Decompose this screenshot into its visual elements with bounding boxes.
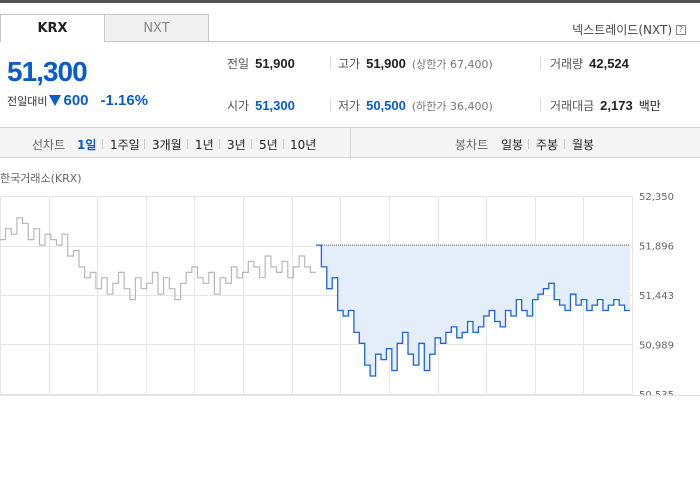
open-value: 51,300 — [255, 98, 295, 113]
prev-close-value: 51,900 — [255, 56, 295, 71]
lower-limit: (하한가 36,400) — [411, 99, 493, 113]
y-tick-label: 51,896 — [639, 242, 674, 253]
high-label: 고가 — [338, 57, 361, 71]
low-label: 저가 — [338, 99, 361, 113]
tab-krx[interactable]: KRX — [0, 14, 105, 42]
nxt-trade-label: 넥스트레이드(NXT) — [572, 23, 672, 37]
y-axis-ticks: 52,35051,89651,44350,98950,535 — [639, 192, 674, 396]
open-label: 시가 — [227, 99, 250, 113]
separator — [144, 139, 145, 149]
price-chart: 52,35051,89651,44350,98950,535 — [0, 192, 674, 396]
tab-underline — [209, 41, 700, 42]
market-tabs: KRX NXT — [0, 14, 209, 42]
line-chart-label: 선차트 — [32, 138, 66, 152]
low-value: 50,500 — [366, 98, 406, 113]
period-1y[interactable]: 1년 — [195, 136, 214, 153]
change-label: 전일대비 — [7, 94, 48, 108]
top-border — [0, 0, 700, 3]
separator — [251, 139, 252, 149]
period-divider — [350, 128, 351, 158]
market-label: 한국거래소(KRX) — [0, 172, 82, 185]
separator — [564, 139, 565, 149]
tab-nxt[interactable]: NXT — [105, 14, 209, 42]
amount-unit: 백만 — [638, 99, 661, 113]
low-price: 저가 50,500 (하한가 36,400) — [338, 97, 493, 114]
candle-daily[interactable]: 일봉 — [501, 136, 523, 153]
y-tick-label: 52,350 — [639, 192, 674, 203]
period-3y[interactable]: 3년 — [227, 136, 246, 153]
y-tick-label: 51,443 — [639, 291, 674, 302]
change-rate: -1.16% — [100, 92, 149, 109]
period-5y[interactable]: 5년 — [259, 136, 278, 153]
volume: 거래량 42,524 — [550, 55, 629, 72]
separator — [540, 56, 541, 70]
volume-value: 42,524 — [589, 56, 629, 71]
y-tick-label: 50,989 — [639, 341, 674, 352]
current-price: 51,300 — [7, 56, 88, 87]
prev-close-label: 전일 — [227, 57, 250, 71]
period-1d[interactable]: 1일 — [77, 136, 96, 153]
separator — [330, 98, 331, 112]
previous-day-line — [0, 217, 316, 301]
amount-label: 거래대금 — [550, 99, 595, 113]
separator — [540, 98, 541, 112]
change-amount: 600 — [63, 92, 89, 109]
chart-bottom-border — [0, 395, 700, 396]
candle-monthly[interactable]: 월봉 — [572, 136, 594, 153]
high-value: 51,900 — [366, 56, 406, 71]
today-fill-area — [316, 245, 630, 376]
nxt-trade-link[interactable]: 넥스트레이드(NXT) ? — [572, 21, 686, 38]
period-3m[interactable]: 3개월 — [152, 136, 182, 153]
amount-value: 2,173 — [600, 98, 633, 113]
upper-limit: (상한가 67,400) — [411, 57, 493, 71]
candle-chart-label: 봉차트 — [455, 138, 489, 152]
down-triangle-icon — [49, 95, 62, 106]
separator — [187, 139, 188, 149]
separator — [219, 139, 220, 149]
separator — [330, 56, 331, 70]
period-10y[interactable]: 10년 — [290, 136, 316, 153]
period-bar: 선차트 1일 1주일 3개월 1년 3년 5년 10년 봉차트 일봉 주봉 월봉 — [0, 127, 700, 158]
open-price: 시가 51,300 — [227, 97, 295, 114]
trade-amount: 거래대금 2,173 백만 — [550, 97, 661, 114]
volume-label: 거래량 — [550, 57, 584, 71]
prev-close: 전일 51,900 — [227, 55, 295, 72]
period-1w[interactable]: 1주일 — [110, 136, 140, 153]
separator — [283, 139, 284, 149]
candle-weekly[interactable]: 주봉 — [536, 136, 558, 153]
separator — [102, 139, 103, 149]
help-icon[interactable]: ? — [676, 24, 686, 35]
separator — [528, 139, 529, 149]
price-change: 전일대비 600 -1.16% — [7, 92, 148, 109]
high-price: 고가 51,900 (상한가 67,400) — [338, 55, 493, 72]
